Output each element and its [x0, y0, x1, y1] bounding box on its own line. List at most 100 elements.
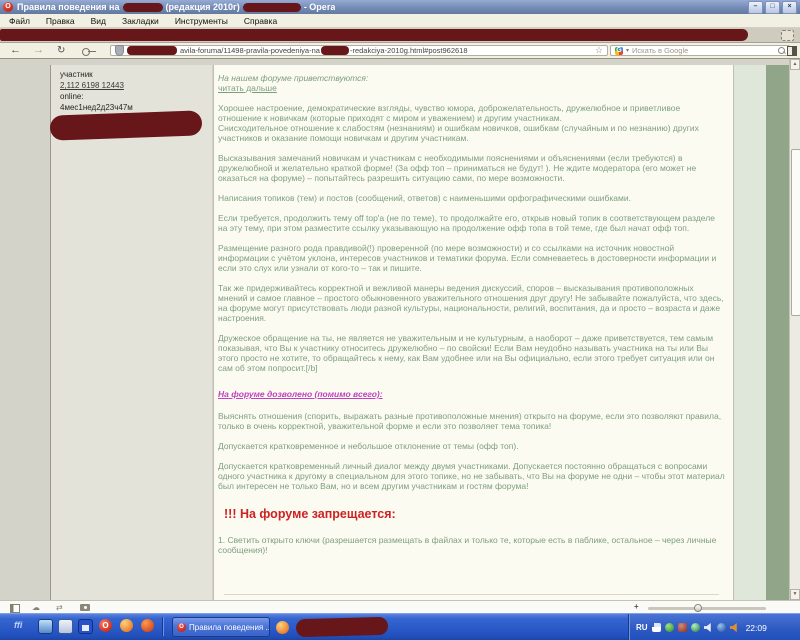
active-task-button[interactable]: O Правила поведения ...: [172, 617, 270, 637]
language-indicator[interactable]: RU: [636, 623, 648, 632]
muted-volume-icon[interactable]: [729, 623, 737, 632]
zoom-slider-track[interactable]: [648, 607, 766, 610]
post-paragraph: Высказывания замечаний новичкам и участн…: [218, 153, 697, 183]
url-text-1: avila-foruma/11498-pravila-povedeniya-na: [180, 46, 320, 55]
quicklaunch-explorer-icon[interactable]: [58, 619, 73, 634]
second-task-icon[interactable]: [276, 621, 289, 634]
security-tray-icon[interactable]: [690, 623, 700, 632]
messenger-tray-icon[interactable]: [716, 623, 726, 632]
forbidden-section-heading: !!! На форуме запрещается:: [224, 507, 396, 521]
author-role: участник: [60, 70, 93, 79]
page-content: участник 2,112 6198 12443 online: 4мес1н…: [0, 59, 800, 600]
redaction-scribble-title-2: [242, 2, 301, 12]
post-author-sidebar: участник 2,112 6198 12443 online: 4мес1н…: [49, 65, 212, 600]
menu-help[interactable]: Справка: [244, 16, 277, 26]
allowed-section-heading: На форуме дозволено (помимо всего):: [218, 389, 383, 399]
minimize-button[interactable]: –: [748, 0, 763, 14]
address-field[interactable]: avila-foruma/11498-pravila-povedeniya-na…: [110, 45, 608, 56]
back-button[interactable]: ←: [10, 43, 21, 58]
quicklaunch-firefox-icon[interactable]: [120, 619, 133, 632]
author-online-label: online:: [60, 92, 84, 101]
menu-edit[interactable]: Правка: [46, 16, 75, 26]
search-icon[interactable]: [778, 47, 785, 54]
tab-bar[interactable]: [0, 28, 800, 43]
title-part-2: (редакция 2010г): [165, 2, 240, 12]
camera-icon[interactable]: [80, 604, 90, 611]
restore-button[interactable]: □: [765, 0, 780, 14]
quicklaunch-save-icon[interactable]: [78, 619, 93, 634]
url-text-2: -redakciya-2010g.html#post962618: [349, 46, 468, 55]
panels-toggle-icon[interactable]: [787, 46, 797, 56]
opera-task-icon: O: [177, 622, 186, 632]
site-shield-icon[interactable]: [115, 45, 124, 56]
volume-icon[interactable]: [703, 623, 711, 632]
menu-bar: Файл Правка Вид Закладки Инструменты Спр…: [0, 14, 800, 28]
window-title: Правила поведения на (редакция 2010г) - …: [17, 2, 335, 12]
page-margin-light: [733, 65, 767, 600]
browser-status-bar: ☁ ⇄ +: [0, 600, 800, 613]
post-paragraph: Если требуется, продолжить тему off top'…: [218, 213, 715, 233]
post-paragraph: Написания топиков (тем) и постов (сообще…: [218, 193, 631, 203]
google-icon: G: [615, 46, 623, 55]
post-paragraph: Хорошее настроение, демократические взгл…: [218, 103, 681, 123]
window-titlebar: O Правила поведения на (редакция 2010г) …: [0, 0, 800, 14]
scroll-down-button[interactable]: ▼: [790, 589, 800, 600]
update-tray-icon[interactable]: [677, 623, 687, 632]
forum-post-body: На нашем форуме приветствуются: читать д…: [213, 65, 733, 600]
screen: O Правила поведения на (редакция 2010г) …: [0, 0, 800, 640]
taskbar-separator: [162, 617, 164, 636]
task-button-label: Правила поведения ...: [189, 622, 270, 632]
title-part-3: - Opera: [303, 2, 336, 12]
key-icon[interactable]: [82, 48, 96, 56]
quicklaunch-opera-icon[interactable]: O: [99, 619, 112, 632]
post-paragraph: Так же придерживайтесь корректной и вежл…: [218, 283, 724, 323]
opera-link-icon[interactable]: ⇄: [56, 602, 63, 613]
post-paragraph: Размещение разного рода правдивой(!) про…: [218, 243, 717, 273]
title-part-1: Правила поведения на: [17, 2, 120, 12]
scroll-up-button[interactable]: ▲: [790, 59, 800, 70]
forward-button[interactable]: →: [33, 43, 44, 58]
redaction-scribble-url-2: [320, 46, 349, 55]
opera-unite-icon[interactable]: ☁: [32, 602, 40, 613]
close-button[interactable]: ×: [782, 0, 797, 14]
post-paragraph: Допускается кратковременное и небольшое …: [218, 441, 519, 451]
author-stats-links[interactable]: 2,112 6198 12443: [60, 80, 212, 91]
system-tray: RU 22:09: [628, 614, 800, 640]
zoom-plus-icon[interactable]: +: [634, 602, 639, 611]
search-box[interactable]: G ▾: [610, 45, 790, 56]
antivirus-icon[interactable]: [664, 623, 674, 632]
redaction-scribble-sidebar: [49, 110, 203, 141]
post-paragraph: Выяснять отношения (спорить, выражать ра…: [218, 411, 722, 431]
post-divider: [224, 594, 719, 595]
reload-button[interactable]: ↻: [57, 43, 65, 58]
opera-icon: O: [3, 2, 13, 12]
quicklaunch-browser-icon[interactable]: [141, 619, 154, 632]
forbidden-item: 1. Светить открыто ключи (разрешается ра…: [218, 535, 717, 555]
redaction-scribble-taskbar: [295, 616, 389, 638]
keyboard-layout-icon[interactable]: ffi: [14, 619, 30, 632]
redaction-scribble-title-1: [122, 2, 163, 12]
scrollbar-thumb[interactable]: [791, 149, 800, 316]
post-paragraph: Снисходительное отношение к слабостям (н…: [218, 123, 699, 143]
closed-tabs-icon[interactable]: [781, 30, 794, 41]
read-more-link[interactable]: читать дальше: [218, 83, 277, 93]
menu-tools[interactable]: Инструменты: [175, 16, 228, 26]
post-intro-line: На нашем форуме приветствуются:: [218, 73, 369, 83]
taskbar-clock[interactable]: 22:09: [746, 623, 767, 633]
menu-view[interactable]: Вид: [91, 16, 106, 26]
network-signal-icon[interactable]: [651, 623, 661, 632]
zoom-slider-thumb[interactable]: [694, 604, 702, 612]
vertical-scrollbar[interactable]: ▲ ▼: [789, 59, 800, 600]
post-paragraph: Дружеское обращение на ты, не является н…: [218, 333, 715, 373]
menu-bookmarks[interactable]: Закладки: [122, 16, 159, 26]
search-engine-dropdown-icon[interactable]: ▾: [626, 47, 629, 54]
bookmark-star-icon[interactable]: ☆: [595, 46, 603, 55]
redaction-scribble-url-1: [127, 46, 177, 55]
panel-toggle-icon[interactable]: [10, 604, 20, 613]
post-paragraph: Допускается кратковременный личный диало…: [218, 461, 725, 491]
search-input[interactable]: [632, 46, 775, 55]
redaction-scribble-tabs: [0, 29, 748, 41]
windows-taskbar: ffi O O Правила поведения ... RU 22:09: [0, 613, 800, 640]
quicklaunch-desktop-icon[interactable]: [38, 619, 53, 634]
menu-file[interactable]: Файл: [9, 16, 30, 26]
